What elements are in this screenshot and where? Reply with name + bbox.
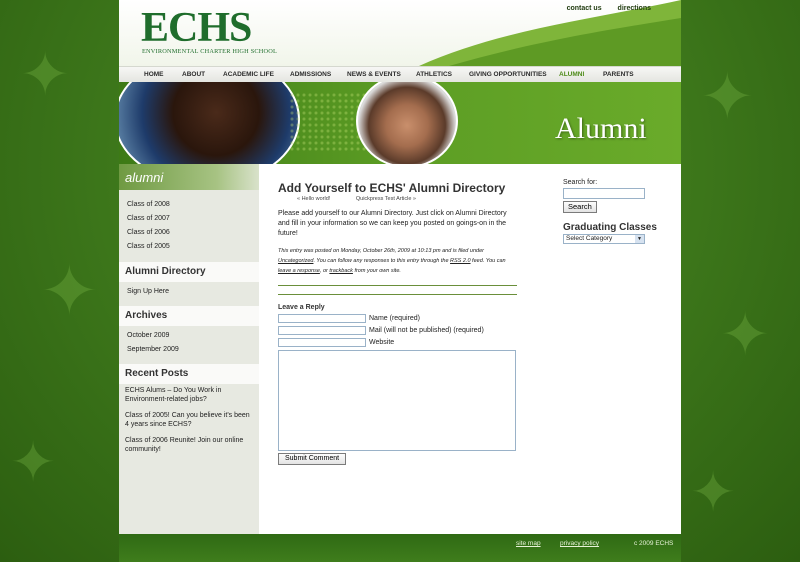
site-footer: site map privacy policy c 2009 ECHS bbox=[119, 534, 681, 562]
search-label: Search for: bbox=[563, 179, 598, 186]
background-star-icon: ✦ bbox=[40, 250, 99, 332]
archive-link-october-2009[interactable]: October 2009 bbox=[119, 329, 259, 343]
recent-post-link[interactable]: ECHS Alums – Do You Work in Environment-… bbox=[119, 387, 259, 404]
website-field[interactable] bbox=[278, 338, 366, 347]
email-field-label: Mail (will not be published) (required) bbox=[369, 327, 484, 334]
school-logo[interactable]: ECHS ENVIRONMENTAL CHARTER HIGH SCHOOL bbox=[141, 5, 277, 55]
nav-admissions[interactable]: ADMISSIONS bbox=[290, 71, 331, 78]
rss-link[interactable]: RSS 2.0 bbox=[450, 258, 470, 264]
privacy-policy-link[interactable]: privacy policy bbox=[560, 540, 599, 547]
submit-comment-button[interactable]: Submit Comment bbox=[278, 453, 347, 465]
website-field-label: Website bbox=[369, 339, 395, 346]
nav-alumni[interactable]: ALUMNI bbox=[559, 71, 584, 78]
category-select-value: Select Category bbox=[566, 235, 613, 242]
site-map-link[interactable]: site map bbox=[516, 540, 541, 547]
sidebar-link-class-2007[interactable]: Class of 2007 bbox=[119, 212, 259, 226]
post-meta-text: feed. You can bbox=[470, 258, 506, 264]
prev-post-link[interactable]: « Hello world! bbox=[297, 196, 330, 202]
sidebar-link-class-2005[interactable]: Class of 2005 bbox=[119, 240, 259, 254]
top-links: contact us directions bbox=[553, 5, 651, 12]
name-field[interactable] bbox=[278, 314, 366, 323]
category-select[interactable]: Select Category ▼ bbox=[563, 234, 645, 244]
site-header: ECHS ENVIRONMENTAL CHARTER HIGH SCHOOL c… bbox=[119, 0, 681, 66]
contact-us-link[interactable]: contact us bbox=[567, 5, 602, 12]
nav-home[interactable]: HOME bbox=[144, 71, 164, 78]
background-star-icon: ✦ bbox=[690, 460, 737, 524]
trackback-link[interactable]: trackback bbox=[329, 268, 353, 274]
post-title: Add Yourself to ECHS' Alumni Directory bbox=[278, 181, 506, 195]
category-link[interactable]: Uncategorized bbox=[278, 258, 313, 264]
logo-subtitle: ENVIRONMENTAL CHARTER HIGH SCHOOL bbox=[142, 48, 278, 55]
post-meta-text: , or bbox=[319, 268, 330, 274]
background-star-icon: ✦ bbox=[700, 60, 755, 135]
email-field[interactable] bbox=[278, 326, 366, 335]
alumni-banner: Alumni bbox=[119, 82, 681, 164]
post-navigation: « Hello world! Quickpress Test Article » bbox=[297, 196, 440, 202]
directions-link[interactable]: directions bbox=[618, 5, 651, 12]
logo-text: ECHS bbox=[141, 5, 252, 51]
sidebar-alumni-heading: alumni bbox=[119, 164, 259, 190]
search-button[interactable]: Search bbox=[563, 201, 597, 213]
nav-academic-life[interactable]: ACADEMIC LIFE bbox=[223, 71, 274, 78]
nav-parents[interactable]: PARENTS bbox=[603, 71, 634, 78]
post-meta-text: from your own site. bbox=[352, 268, 401, 274]
post-meta: This entry was posted on Monday, October… bbox=[278, 246, 518, 276]
sidebar: alumni Class of 2008 Class of 2007 Class… bbox=[119, 164, 259, 534]
background-star-icon: ✦ bbox=[20, 40, 71, 110]
archive-link-september-2009[interactable]: September 2009 bbox=[119, 343, 259, 357]
post-meta-text: . You can follow any responses to this e… bbox=[313, 258, 451, 264]
search-input[interactable] bbox=[563, 188, 645, 199]
sidebar-alumni-heading-text: alumni bbox=[125, 170, 164, 185]
student-photo bbox=[119, 82, 300, 164]
recent-post-link[interactable]: Class of 2006 Reunite! Join our online c… bbox=[119, 437, 259, 454]
next-post-link[interactable]: Quickpress Test Article » bbox=[356, 196, 416, 202]
background-star-icon: ✦ bbox=[720, 300, 771, 370]
comment-textarea[interactable] bbox=[278, 350, 516, 451]
sidebar-link-class-2006[interactable]: Class of 2006 bbox=[119, 226, 259, 240]
post-meta-text: This entry was posted on Monday, October… bbox=[278, 248, 484, 254]
alumni-directory-title: Alumni Directory bbox=[119, 262, 259, 282]
nav-about[interactable]: ABOUT bbox=[182, 71, 205, 78]
nav-athletics[interactable]: ATHLETICS bbox=[416, 71, 452, 78]
chevron-down-icon[interactable]: ▼ bbox=[635, 235, 644, 243]
main-content: Add Yourself to ECHS' Alumni Directory «… bbox=[259, 164, 681, 534]
background-star-icon: ✦ bbox=[10, 430, 57, 494]
page-container: ECHS ENVIRONMENTAL CHARTER HIGH SCHOOL c… bbox=[119, 0, 681, 562]
nav-news-events[interactable]: NEWS & EVENTS bbox=[347, 71, 401, 78]
archives-title: Archives bbox=[119, 306, 259, 326]
divider bbox=[278, 285, 517, 286]
copyright-text: c 2009 ECHS bbox=[634, 540, 674, 547]
recent-post-link[interactable]: Class of 2005! Can you believe it's been… bbox=[119, 412, 259, 429]
post-body: Please add yourself to our Alumni Direct… bbox=[278, 210, 507, 237]
leave-response-link[interactable]: leave a response bbox=[278, 268, 320, 274]
name-field-label: Name (required) bbox=[369, 315, 420, 322]
divider bbox=[278, 294, 517, 295]
leave-reply-title: Leave a Reply bbox=[278, 304, 325, 311]
recent-posts-title: Recent Posts bbox=[119, 364, 259, 384]
banner-title: Alumni bbox=[555, 112, 647, 145]
graduate-photo bbox=[356, 82, 458, 164]
sidebar-link-class-2008[interactable]: Class of 2008 bbox=[119, 198, 259, 212]
nav-giving-opportunities[interactable]: GIVING OPPORTUNITIES bbox=[469, 71, 547, 78]
sign-up-link[interactable]: Sign Up Here bbox=[119, 285, 259, 299]
graduating-classes-title: Graduating Classes bbox=[563, 222, 657, 233]
